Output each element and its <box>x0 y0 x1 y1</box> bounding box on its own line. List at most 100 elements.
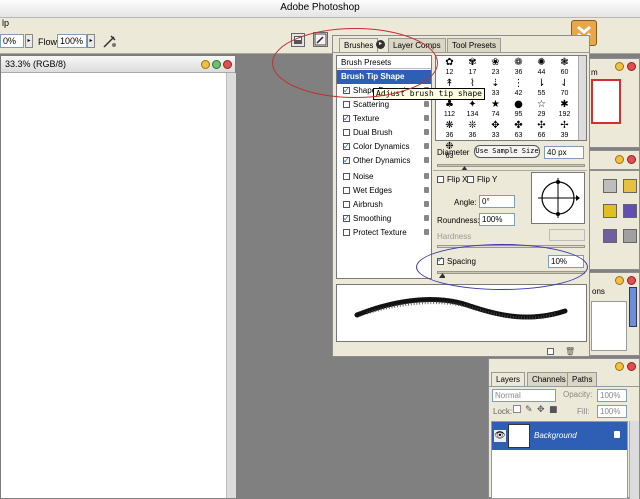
layer-opacity-field[interactable]: 100% <box>597 389 627 402</box>
brush-option-dual-brush[interactable]: Dual Brush <box>339 126 431 139</box>
palette-well-icon[interactable] <box>291 33 305 47</box>
brush-presets-item[interactable]: Brush Presets <box>337 56 431 69</box>
angle-roundness-widget[interactable] <box>531 172 585 224</box>
tab-paths[interactable]: Paths <box>567 372 598 386</box>
brush-tip-cell[interactable]: ❀ 23 <box>486 57 505 79</box>
opacity-combo[interactable]: 0% <box>0 34 24 48</box>
checkbox-other-dynamics[interactable] <box>343 154 350 167</box>
lock-paint-icon[interactable]: ✎ <box>525 405 533 415</box>
tab-layer-comps[interactable]: Layer Comps <box>388 38 446 52</box>
brush-option-texture[interactable]: Texture <box>339 112 431 125</box>
flip-y-checkbox[interactable]: Flip Y <box>467 175 497 184</box>
style-swatch-icon[interactable] <box>623 204 637 218</box>
brush-option-other-dynamics[interactable]: Other Dynamics <box>339 154 431 167</box>
lock-icon[interactable] <box>424 115 429 121</box>
checkbox-dual-brush[interactable] <box>343 129 350 136</box>
tab-layers[interactable]: Layers <box>491 372 526 386</box>
brush-tip-cell[interactable]: ❋ 36 <box>440 120 459 142</box>
lock-icon[interactable] <box>424 229 429 235</box>
layers-close-icon[interactable] <box>627 362 636 371</box>
flow-arrow-icon[interactable]: ▸ <box>87 34 95 48</box>
brush-option-noise[interactable]: Noise <box>339 170 431 183</box>
style-swatch-icon[interactable] <box>603 229 617 243</box>
spacing-field[interactable]: 10% <box>548 255 584 268</box>
color-minimize-icon[interactable] <box>615 155 624 164</box>
brush-tip-cell[interactable]: ✢ 39 <box>555 120 574 142</box>
history-list[interactable] <box>591 301 627 351</box>
style-swatch-icon[interactable] <box>623 229 637 243</box>
airbrush-icon[interactable] <box>102 33 118 49</box>
layers-scrollbar[interactable] <box>629 421 639 499</box>
close-icon[interactable] <box>223 60 232 69</box>
document-canvas[interactable] <box>1 73 226 498</box>
brush-tip-cell[interactable]: ♣ 112 <box>440 99 459 121</box>
brush-option-airbrush[interactable]: Airbrush <box>339 198 431 211</box>
brush-option-wet-edges[interactable]: Wet Edges <box>339 184 431 197</box>
brush-tip-cell[interactable]: ❃ 60 <box>555 57 574 79</box>
brush-tip-cell[interactable]: ✾ 17 <box>463 57 482 79</box>
checkbox-scattering[interactable] <box>343 101 350 108</box>
spacing-checkbox[interactable]: Spacing <box>437 255 476 266</box>
brush-tip-cell[interactable]: ❁ 36 <box>509 57 528 79</box>
color-close-icon[interactable] <box>627 155 636 164</box>
palette-menu-icon[interactable]: ▸ <box>376 40 385 49</box>
opacity-arrow-icon[interactable]: ▸ <box>25 34 33 48</box>
brush-tip-cell[interactable]: ✦ 134 <box>463 99 482 121</box>
brush-tip-cell[interactable]: ❊ 36 <box>463 120 482 142</box>
eye-icon[interactable]: 👁 <box>494 430 506 442</box>
brush-option-smoothing[interactable]: Smoothing <box>339 212 431 225</box>
layer-row-background[interactable]: 👁 Background <box>492 422 627 450</box>
lock-move-icon[interactable]: ✥ <box>537 405 545 415</box>
minimize-icon[interactable] <box>201 60 210 69</box>
flip-x-checkbox[interactable]: Flip X <box>437 175 467 184</box>
spacing-box[interactable] <box>437 255 444 265</box>
navigator-minimize-icon[interactable] <box>615 62 624 71</box>
brush-tip-cell[interactable]: ★ 74 <box>486 99 505 121</box>
flow-combo[interactable]: 100% <box>57 34 87 48</box>
checkbox-noise[interactable] <box>343 173 350 180</box>
checkbox-protect-texture[interactable] <box>343 229 350 236</box>
brush-option-color-dynamics[interactable]: Color Dynamics <box>339 140 431 153</box>
tab-tool-presets[interactable]: Tool Presets <box>447 38 502 52</box>
history-close-icon[interactable] <box>627 276 636 285</box>
lock-icon[interactable] <box>424 129 429 135</box>
brush-tip-cell[interactable]: ⋮ 42 <box>509 78 528 100</box>
brush-tip-cell[interactable]: ⇣ 33 <box>486 78 505 100</box>
layer-fill-field[interactable]: 100% <box>597 405 627 418</box>
brush-tip-cell[interactable]: ✺ 44 <box>532 57 551 79</box>
flip-x-box[interactable] <box>437 176 444 183</box>
menu-item-fragment[interactable]: lp <box>2 18 9 28</box>
brush-tip-cell[interactable]: ☆ 29 <box>532 99 551 121</box>
lock-icon[interactable] <box>424 187 429 193</box>
diameter-slider[interactable] <box>437 164 585 167</box>
navigator-preview[interactable] <box>591 79 621 124</box>
use-sample-size-button[interactable]: Use Sample Size <box>474 145 540 158</box>
tab-brushes[interactable]: Brushes <box>339 38 379 52</box>
roundness-field[interactable]: 100% <box>479 213 515 226</box>
brush-grid-scrollbar[interactable] <box>578 56 586 140</box>
lock-icon[interactable] <box>424 101 429 107</box>
lock-all-icon[interactable]: ■ <box>549 405 558 415</box>
new-preset-icon[interactable] <box>547 348 554 355</box>
brush-tip-cell[interactable]: ● 95 <box>509 99 528 121</box>
diameter-field[interactable]: 40 px <box>544 146 584 159</box>
navigator-close-icon[interactable] <box>627 62 636 71</box>
style-swatch-icon[interactable] <box>603 179 617 193</box>
lock-transparency-icon[interactable] <box>513 405 521 413</box>
brush-tip-cell[interactable]: ✿ 12 <box>440 57 459 79</box>
checkbox-texture[interactable] <box>343 112 350 125</box>
lock-icon[interactable] <box>424 173 429 179</box>
tab-channels[interactable]: Channels <box>527 372 571 386</box>
spacing-slider-thumb-icon[interactable] <box>439 273 445 278</box>
layer-name[interactable]: Background <box>534 431 577 440</box>
brush-option-protect-texture[interactable]: Protect Texture <box>339 226 431 239</box>
style-swatch-icon[interactable] <box>623 179 637 193</box>
style-swatch-icon[interactable] <box>603 204 617 218</box>
checkbox-smoothing[interactable] <box>343 212 350 225</box>
checkbox-wet-edges[interactable] <box>343 187 350 194</box>
brush-tip-cell[interactable]: ⇃ 70 <box>555 78 574 100</box>
lock-icon[interactable] <box>424 215 429 221</box>
flip-y-box[interactable] <box>467 176 474 183</box>
trash-icon[interactable]: 🗑 <box>565 347 575 356</box>
lock-icon[interactable] <box>424 143 429 149</box>
